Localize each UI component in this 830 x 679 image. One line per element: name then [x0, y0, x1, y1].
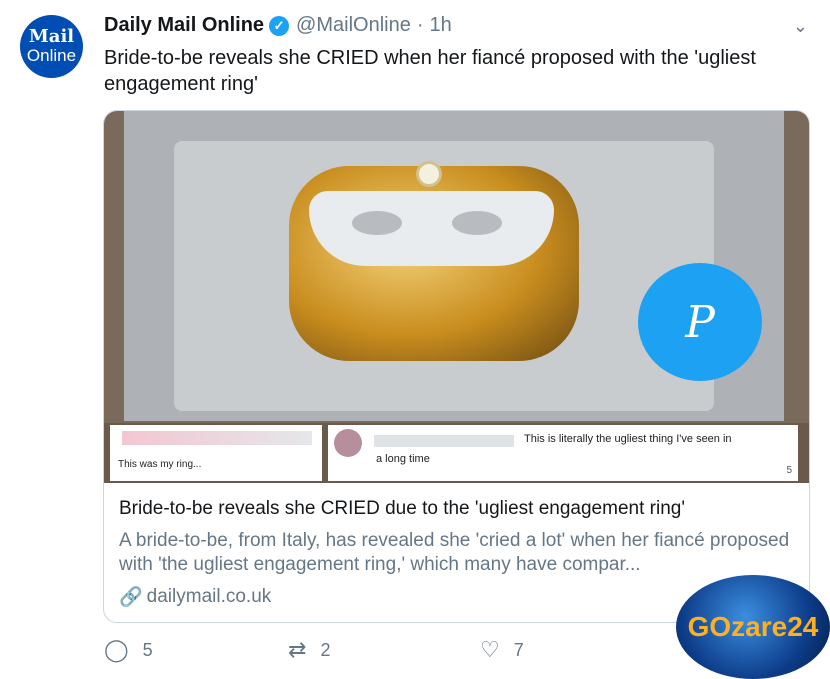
tweet-actions: ◯ 5 ⇄ 2 ♡ 7 — [104, 637, 704, 665]
retweet-icon: ⇄ — [288, 637, 307, 662]
reply-button[interactable]: ◯ 5 — [104, 637, 153, 663]
verified-check-icon: ✓ — [269, 15, 290, 36]
comment-2-line2: a long time — [376, 453, 430, 465]
ring-mask — [309, 191, 554, 266]
comment-1-text: This was my ring... — [118, 459, 202, 470]
separator-dot: · — [416, 14, 424, 36]
retweet-button[interactable]: ⇄ 2 — [288, 637, 330, 663]
mask-eye-right — [452, 211, 502, 235]
link-icon: 🔗 — [119, 587, 143, 608]
twitter-logo-badge: P — [638, 263, 762, 381]
tweet-text: Bride-to-be reveals she CRIED when her f… — [104, 47, 756, 95]
comment-2: This is literally the ugliest thing I've… — [328, 425, 798, 481]
like-count: 7 — [513, 639, 524, 660]
like-button[interactable]: ♡ 7 — [480, 637, 524, 663]
author-name[interactable]: Daily Mail Online — [104, 14, 264, 37]
badge-letter: P — [685, 296, 715, 348]
reply-icon: ◯ — [104, 637, 129, 662]
author-handle[interactable]: @MailOnline — [296, 14, 411, 37]
card-title: Bride-to-be reveals she CRIED due to the… — [119, 498, 685, 519]
comment-1: This was my ring... — [110, 425, 322, 481]
avatar-line1: Mail — [28, 26, 75, 47]
retweet-count: 2 — [320, 639, 331, 660]
tweet-header: Daily Mail Online ✓ @MailOnline · 1h — [104, 14, 452, 37]
watermark-globe: GOzare24 — [676, 575, 830, 679]
card-image[interactable]: P This was my ring... This is literally … — [104, 111, 809, 483]
reply-count: 5 — [142, 639, 153, 660]
avatar[interactable]: Mail Online — [20, 15, 83, 78]
blurred-name — [122, 431, 312, 445]
link-card[interactable]: P This was my ring... This is literally … — [103, 110, 810, 623]
comment-strip: This was my ring... This is literally th… — [104, 423, 809, 483]
avatar-line2: Online — [26, 46, 77, 65]
watermark-text: GOzare24 — [687, 611, 819, 642]
card-domain-text: dailymail.co.uk — [146, 586, 272, 607]
blurred-name — [374, 435, 514, 447]
commenter-avatar — [334, 429, 362, 457]
card-description: A bride-to-be, from Italy, has revealed … — [119, 530, 790, 575]
tweet-time[interactable]: 1h — [430, 14, 452, 37]
heart-icon: ♡ — [480, 637, 500, 662]
chevron-down-icon[interactable]: ⌄ — [793, 16, 808, 37]
comment-2-line1: This is literally the ugliest thing I've… — [524, 433, 732, 445]
comment-2-like-count: 5 — [786, 465, 792, 476]
ring-diamond — [416, 161, 442, 187]
mask-eye-left — [352, 211, 402, 235]
